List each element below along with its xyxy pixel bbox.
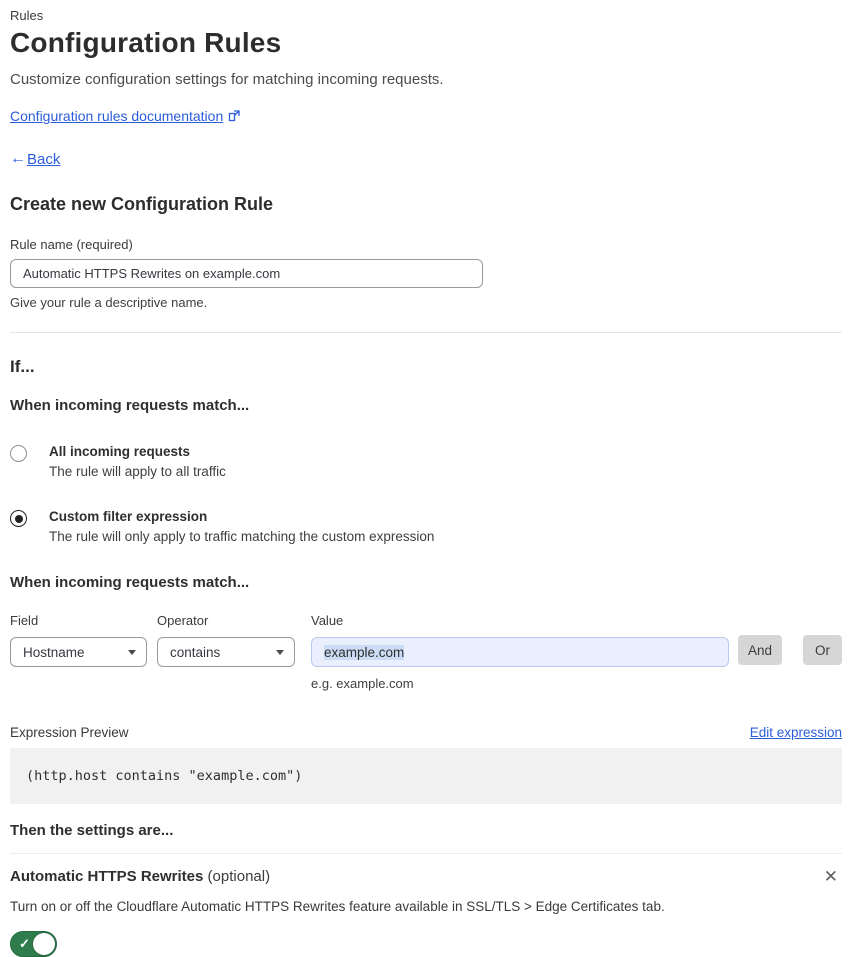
radio-label: Custom filter expression (49, 509, 208, 524)
rule-name-input[interactable] (10, 259, 483, 288)
value-label: Value (311, 613, 344, 628)
page-subtitle: Customize configuration settings for mat… (10, 71, 444, 88)
external-link-icon (228, 110, 240, 122)
field-label: Field (10, 613, 39, 628)
radio-description: The rule will apply to all traffic (49, 464, 226, 479)
and-button[interactable]: And (737, 635, 782, 665)
rule-name-label: Rule name (required) (10, 237, 133, 252)
chevron-down-icon (276, 649, 284, 655)
radio-description: The rule will only apply to traffic matc… (49, 529, 435, 544)
setting-divider (10, 853, 842, 854)
radio-selected-icon[interactable] (10, 510, 27, 527)
radio-unselected-icon[interactable] (10, 445, 27, 462)
setting-optional-label: (optional) (207, 868, 271, 885)
operator-select-value: contains (170, 644, 221, 660)
expression-code: (http.host contains "example.com") (26, 768, 303, 784)
value-input[interactable]: example.com (311, 637, 729, 667)
chevron-down-icon (128, 649, 136, 655)
operator-select[interactable]: contains (157, 637, 295, 667)
breadcrumb: Rules (10, 8, 44, 23)
value-help-text: e.g. example.com (311, 676, 414, 691)
expression-preview-box: (http.host contains "example.com") (10, 748, 842, 804)
edit-expression-link[interactable]: Edit expression (750, 725, 842, 740)
expression-preview-label: Expression Preview (10, 725, 129, 740)
radio-custom-filter-expression[interactable]: Custom filter expression The rule will o… (10, 509, 842, 544)
then-settings-heading: Then the settings are... (10, 822, 174, 839)
field-select[interactable]: Hostname (10, 637, 147, 667)
check-icon: ✓ (19, 936, 30, 951)
field-select-value: Hostname (23, 644, 85, 660)
radio-label: All incoming requests (49, 444, 191, 459)
page-title: Configuration Rules (10, 27, 282, 58)
toggle-knob[interactable] (33, 933, 55, 955)
setting-description: Turn on or off the Cloudflare Automatic … (10, 899, 665, 914)
match-heading: When incoming requests match... (10, 397, 250, 414)
if-heading: If... (10, 357, 35, 376)
expression-builder-row: Field Hostname Operator contains Value e… (10, 613, 842, 691)
section-divider (10, 332, 842, 333)
builder-heading: When incoming requests match... (10, 574, 250, 591)
automatic-https-rewrites-toggle[interactable]: ✓ (10, 931, 57, 957)
rule-name-help: Give your rule a descriptive name. (10, 295, 208, 310)
radio-all-incoming-requests[interactable]: All incoming requests The rule will appl… (10, 444, 842, 479)
documentation-link[interactable]: Configuration rules documentation (10, 108, 223, 124)
back-arrow-icon: ← (10, 150, 26, 167)
create-rule-heading: Create new Configuration Rule (10, 194, 274, 214)
value-input-text: example.com (324, 644, 405, 660)
operator-label: Operator (157, 613, 209, 628)
setting-name: Automatic HTTPS Rewrites (10, 868, 204, 885)
back-link[interactable]: Back (27, 151, 60, 168)
or-button[interactable]: Or (803, 635, 842, 665)
close-icon[interactable]: ✕ (820, 866, 842, 887)
